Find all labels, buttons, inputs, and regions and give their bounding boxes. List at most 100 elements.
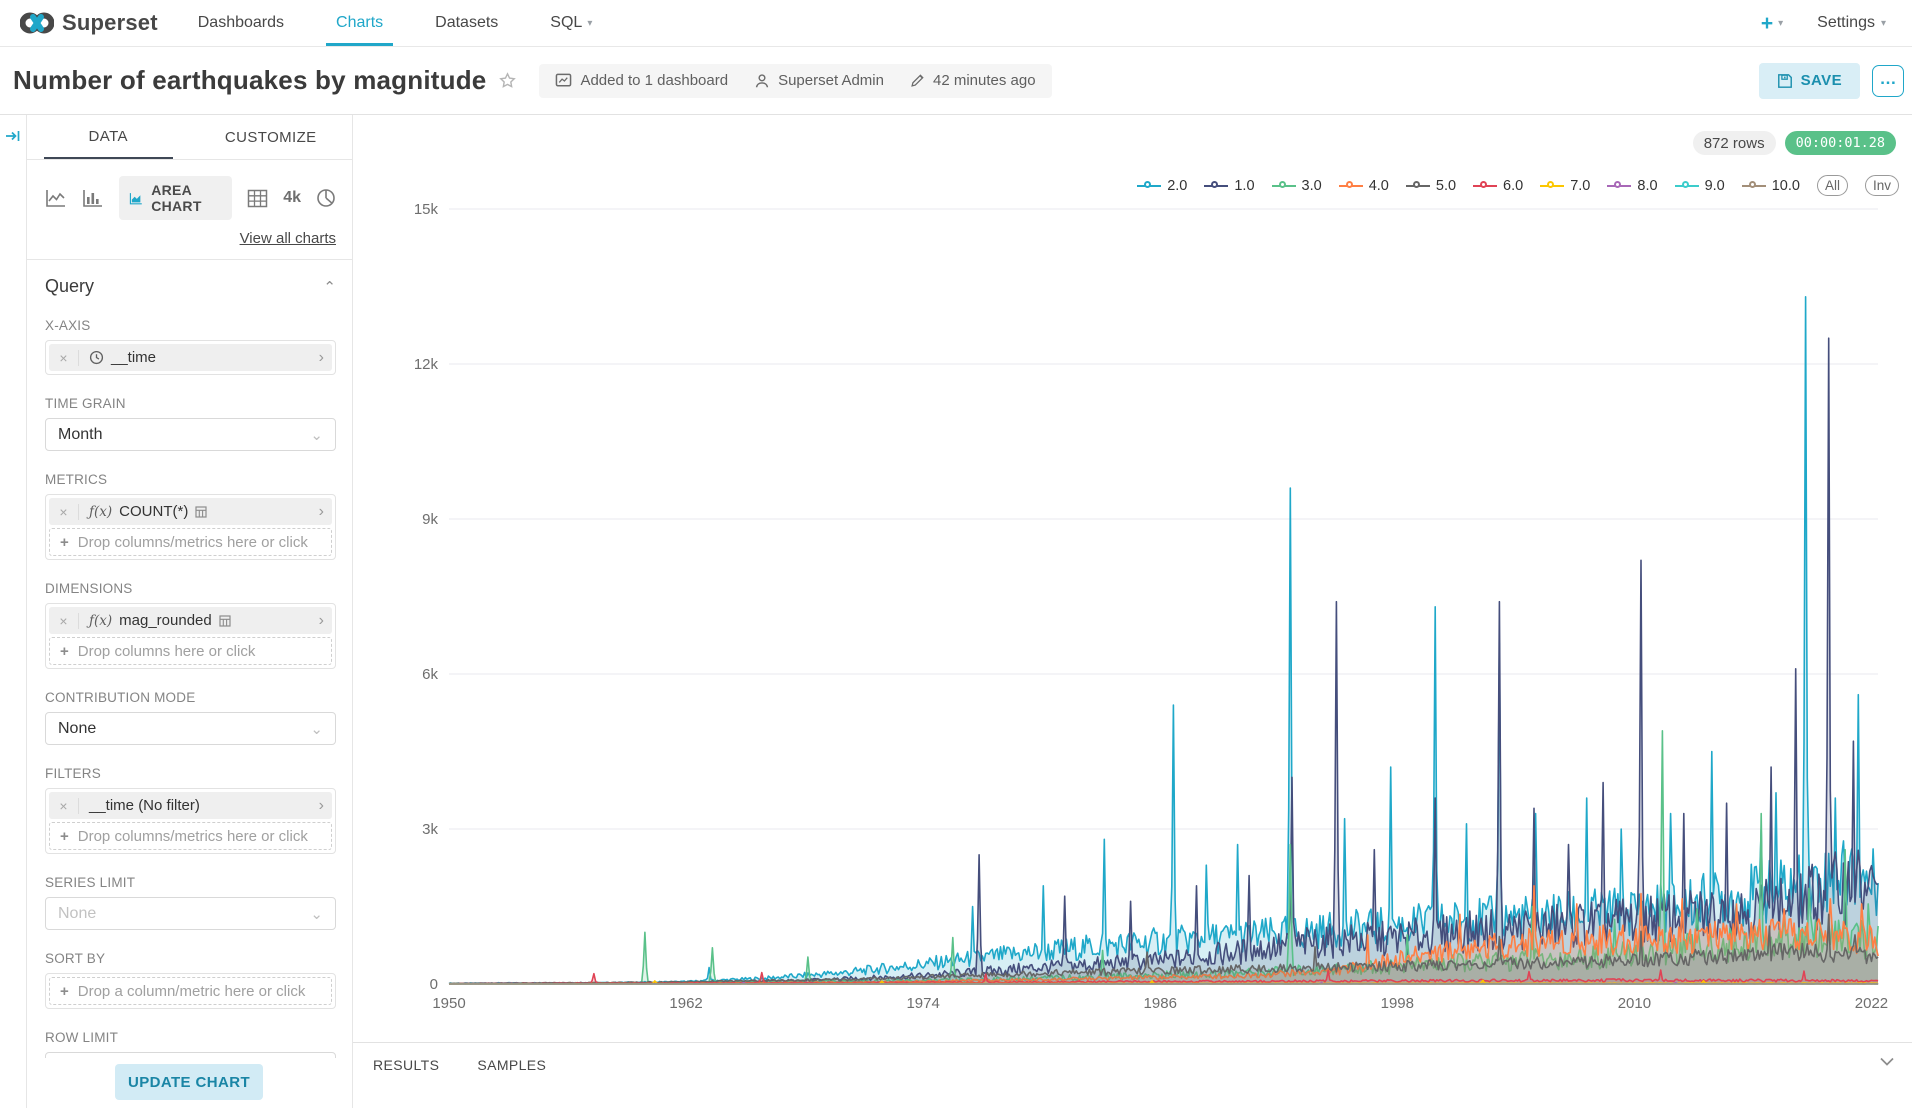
- nav-charts[interactable]: Charts: [310, 0, 409, 46]
- metrics-dropzone[interactable]: + Drop columns/metrics here or click: [49, 528, 332, 556]
- viz-type-row: AREA CHART 4k: [27, 160, 352, 220]
- filter-pill[interactable]: × __time (No filter) ›: [49, 792, 332, 819]
- legend-marker-icon: [1272, 180, 1296, 192]
- svg-text:1998: 1998: [1381, 995, 1414, 1012]
- dashboards-meta[interactable]: Added to 1 dashboard: [555, 72, 728, 89]
- collapse-results-icon[interactable]: [1880, 1053, 1894, 1071]
- tab-customize[interactable]: CUSTOMIZE: [207, 115, 336, 159]
- nav-sql[interactable]: SQL▾: [524, 0, 618, 46]
- filters-dropzone[interactable]: + Drop columns/metrics here or click: [49, 822, 332, 850]
- dimensions-dropzone[interactable]: + Drop columns here or click: [49, 637, 332, 665]
- chevron-right-icon[interactable]: ›: [311, 612, 332, 630]
- remove-icon[interactable]: ×: [49, 350, 79, 366]
- legend-item[interactable]: 9.0: [1675, 178, 1725, 194]
- tab-results[interactable]: RESULTS: [373, 1057, 439, 1073]
- legend-item[interactable]: 1.0: [1204, 178, 1254, 194]
- chart-meta-group: Added to 1 dashboard Superset Admin 42 m…: [539, 64, 1051, 98]
- legend-item[interactable]: 3.0: [1272, 178, 1322, 194]
- nav-dashboards[interactable]: Dashboards: [172, 0, 310, 46]
- divider: [27, 259, 352, 260]
- dimensions-control: × ƒ(x) mag_rounded › + Drop columns here…: [45, 603, 336, 669]
- nav-datasets[interactable]: Datasets: [409, 0, 524, 46]
- top-navbar: Superset Dashboards Charts Datasets SQL▾…: [0, 0, 1912, 47]
- svg-text:1962: 1962: [669, 995, 702, 1012]
- query-timer-badge: 00:00:01.28: [1785, 131, 1896, 155]
- xaxis-label: X-AXIS: [45, 318, 336, 333]
- row-count-badge: 872 rows: [1693, 131, 1776, 155]
- tab-samples[interactable]: SAMPLES: [477, 1057, 546, 1073]
- pie-chart-icon[interactable]: [316, 188, 336, 208]
- left-rail: [0, 115, 27, 1108]
- legend-inverse-button[interactable]: Inv: [1865, 175, 1899, 196]
- query-section-title: Query: [45, 276, 94, 297]
- last-modified-meta[interactable]: 42 minutes ago: [910, 72, 1036, 89]
- table-icon[interactable]: [247, 189, 268, 208]
- save-button[interactable]: SAVE: [1759, 63, 1860, 99]
- plus-icon: +: [1761, 13, 1773, 34]
- legend-marker-icon: [1675, 180, 1699, 192]
- sort-by-dropzone[interactable]: + Drop a column/metric here or click: [49, 977, 332, 1005]
- legend-marker-icon: [1339, 180, 1363, 192]
- legend-item[interactable]: 8.0: [1607, 178, 1657, 194]
- superset-explore-page: Superset Dashboards Charts Datasets SQL▾…: [0, 0, 1912, 1108]
- metric-pill[interactable]: × ƒ(x) COUNT(*) ›: [49, 498, 332, 525]
- dimensions-label: DIMENSIONS: [45, 581, 336, 596]
- chevron-down-icon: ⌄: [310, 905, 323, 923]
- sort-by-control: + Drop a column/metric here or click: [45, 973, 336, 1009]
- nav-items: Dashboards Charts Datasets SQL▾: [172, 0, 619, 46]
- time-grain-select[interactable]: Month ⌄: [45, 418, 336, 451]
- line-chart-icon[interactable]: [45, 188, 67, 208]
- svg-text:1950: 1950: [432, 995, 465, 1012]
- plus-icon: +: [60, 534, 69, 551]
- time-grain-label: TIME GRAIN: [45, 396, 336, 411]
- svg-text:15k: 15k: [414, 201, 439, 218]
- remove-icon[interactable]: ×: [49, 504, 79, 520]
- results-pane: RESULTS SAMPLES: [353, 1042, 1912, 1108]
- owner-meta[interactable]: Superset Admin: [754, 72, 884, 89]
- legend-marker-icon: [1540, 180, 1564, 192]
- panel-footer: UPDATE CHART: [27, 1058, 351, 1108]
- update-chart-button[interactable]: UPDATE CHART: [115, 1064, 263, 1100]
- legend-item[interactable]: 4.0: [1339, 178, 1389, 194]
- legend-item[interactable]: 10.0: [1742, 178, 1800, 194]
- contribution-mode-select[interactable]: None ⌄: [45, 712, 336, 745]
- chevron-right-icon[interactable]: ›: [311, 503, 332, 521]
- view-all-charts-link[interactable]: View all charts: [27, 220, 352, 259]
- viz-type-area-chart[interactable]: AREA CHART: [119, 176, 232, 220]
- xaxis-pill[interactable]: × __time ›: [49, 344, 332, 371]
- tab-data[interactable]: DATA: [44, 115, 173, 159]
- settings-menu[interactable]: Settings ▾: [1817, 14, 1886, 32]
- legend-item[interactable]: 6.0: [1473, 178, 1523, 194]
- caret-down-icon: ▾: [1881, 18, 1886, 29]
- chart-area: 03k6k9k12k15k195019621974198619982010202…: [353, 115, 1912, 1108]
- chevron-down-icon: ⌄: [310, 426, 323, 444]
- legend-marker-icon: [1607, 180, 1631, 192]
- svg-text:2010: 2010: [1618, 995, 1651, 1012]
- legend-item[interactable]: 5.0: [1406, 178, 1456, 194]
- expand-panel-icon[interactable]: [5, 128, 21, 144]
- chart-legend: 2.0 1.0 3.0 4.0 5.0 6.0 7.0 8.0 9.0 10.0…: [1137, 175, 1899, 196]
- collapse-section-icon[interactable]: ⌃: [323, 278, 336, 296]
- legend-item[interactable]: 7.0: [1540, 178, 1590, 194]
- remove-icon[interactable]: ×: [49, 613, 79, 629]
- chevron-right-icon[interactable]: ›: [311, 797, 332, 815]
- favorite-star-icon[interactable]: [498, 71, 517, 90]
- big-number-icon[interactable]: 4k: [283, 189, 301, 207]
- panel-tabs: DATA CUSTOMIZE: [27, 115, 352, 160]
- chevron-right-icon[interactable]: ›: [311, 349, 332, 367]
- series-limit-select[interactable]: None ⌄: [45, 897, 336, 930]
- bar-chart-icon[interactable]: [82, 188, 104, 208]
- filters-label: FILTERS: [45, 766, 336, 781]
- svg-text:0: 0: [430, 976, 438, 993]
- more-actions-button[interactable]: …: [1872, 65, 1904, 97]
- legend-item[interactable]: 2.0: [1137, 178, 1187, 194]
- dimension-pill[interactable]: × ƒ(x) mag_rounded ›: [49, 607, 332, 634]
- superset-logo[interactable]: Superset: [0, 0, 172, 46]
- legend-all-button[interactable]: All: [1817, 175, 1848, 196]
- remove-icon[interactable]: ×: [49, 798, 79, 814]
- legend-marker-icon: [1137, 180, 1161, 192]
- new-item-button[interactable]: + ▾: [1761, 13, 1783, 34]
- brand-name: Superset: [62, 10, 158, 36]
- metrics-label: METRICS: [45, 472, 336, 487]
- svg-text:1986: 1986: [1144, 995, 1177, 1012]
